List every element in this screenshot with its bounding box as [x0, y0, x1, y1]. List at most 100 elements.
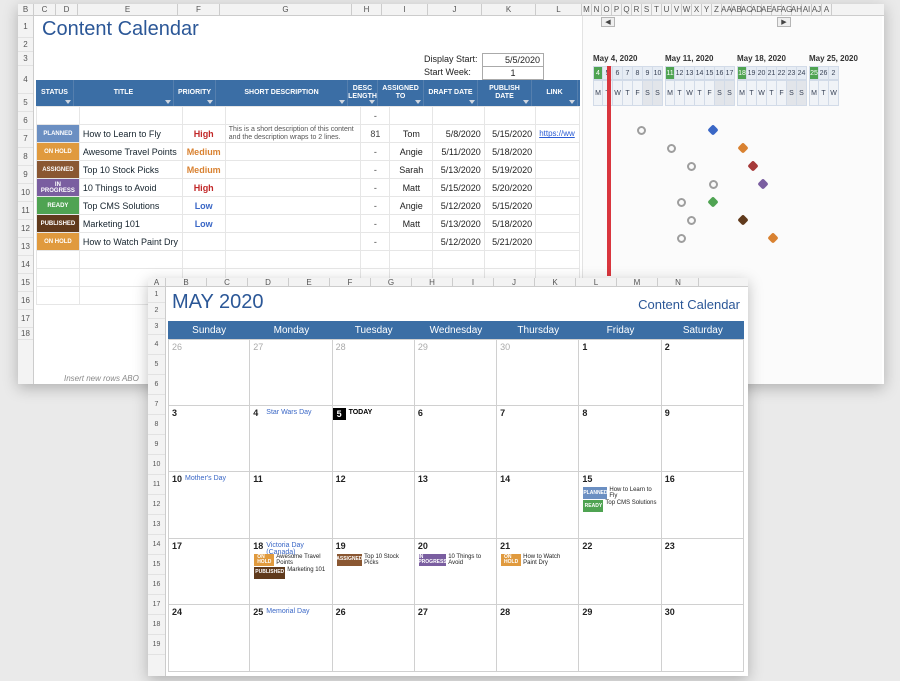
col-letter[interactable]: I [382, 4, 428, 15]
table-row[interactable]: IN PROGRESS10 Things to AvoidHigh-Matt5/… [37, 179, 580, 197]
col-title[interactable]: TITLE [74, 80, 174, 106]
col-link[interactable]: LINK [532, 80, 578, 106]
calendar-entry[interactable]: ASSIGNEDTop 10 Stock Picks [337, 554, 410, 566]
col-letter[interactable]: A [822, 4, 832, 15]
row-number[interactable]: 19 [148, 635, 165, 655]
col-letter[interactable]: X [692, 4, 702, 15]
row-link[interactable]: https://ww [536, 125, 580, 143]
start-week-input[interactable]: 1 [482, 66, 544, 80]
calendar-cell[interactable]: 12 [333, 472, 415, 539]
row-number[interactable]: 6 [18, 112, 33, 130]
col-letter[interactable]: F [178, 4, 220, 15]
col-letter[interactable]: H [352, 4, 382, 15]
col-letter[interactable]: C [207, 278, 248, 286]
col-letter[interactable]: W [682, 4, 692, 15]
col-letter[interactable]: L [536, 4, 582, 15]
calendar-cell[interactable]: 16 [662, 472, 744, 539]
row-number[interactable]: 1 [18, 16, 33, 38]
col-letter[interactable]: Y [702, 4, 712, 15]
row-number[interactable]: 3 [148, 319, 165, 335]
col-letter[interactable]: P [612, 4, 622, 15]
row-title[interactable]: Marketing 101 [79, 215, 182, 233]
col-publish[interactable]: PUBLISH DATE [478, 80, 532, 106]
col-letter[interactable]: AI [802, 4, 812, 15]
row-number[interactable]: 6 [148, 375, 165, 395]
col-letter[interactable]: G [371, 278, 412, 286]
row-number[interactable]: 18 [148, 615, 165, 635]
row-draft-date[interactable]: 5/13/2020 [433, 161, 484, 179]
calendar-cell[interactable]: 28 [497, 605, 579, 672]
row-description[interactable] [225, 143, 361, 161]
row-number[interactable]: 16 [148, 575, 165, 595]
row-title[interactable]: 10 Things to Avoid [79, 179, 182, 197]
col-letter[interactable]: K [535, 278, 576, 286]
row-assigned[interactable]: Matt [390, 215, 433, 233]
col-letter[interactable]: J [428, 4, 482, 15]
col-letter[interactable]: Q [622, 4, 632, 15]
row-draft-date[interactable]: 5/15/2020 [433, 179, 484, 197]
row-link[interactable] [536, 179, 580, 197]
calendar-entry[interactable]: INPROGRESS10 Things to Avoid [419, 554, 492, 566]
row-number[interactable]: 8 [18, 148, 33, 166]
row-priority[interactable]: Low [182, 197, 225, 215]
row-number[interactable]: 12 [148, 495, 165, 515]
col-letter[interactable]: R [632, 4, 642, 15]
row-number[interactable]: 7 [18, 130, 33, 148]
col-letter[interactable]: G [220, 4, 352, 15]
row-publish-date[interactable]: 5/19/2020 [484, 161, 535, 179]
row-publish-date[interactable]: 5/21/2020 [484, 233, 535, 251]
row-number[interactable]: 2 [18, 38, 33, 52]
row-link[interactable] [536, 143, 580, 161]
row-number[interactable]: 13 [148, 515, 165, 535]
calendar-entry[interactable]: PLANNEDHow to Learn to Fly [583, 487, 656, 499]
calendar-cell[interactable]: 13 [415, 472, 497, 539]
calendar-cell[interactable]: 27 [250, 339, 332, 406]
calendar-entry[interactable]: READYTop CMS Solutions [583, 500, 656, 512]
col-priority[interactable]: PRIORITY [174, 80, 216, 106]
calendar-cell[interactable]: 22 [579, 539, 661, 606]
col-letter[interactable]: E [289, 278, 330, 286]
calendar-cell[interactable]: 27 [415, 605, 497, 672]
calendar-entry[interactable]: ONHOLDHow to Watch Paint Dry [501, 554, 574, 566]
row-draft-date[interactable]: 5/8/2020 [433, 125, 484, 143]
table-row[interactable]: PLANNEDHow to Learn to FlyHighThis is a … [37, 125, 580, 143]
row-number[interactable]: 13 [18, 238, 33, 256]
row-publish-date[interactable]: 5/18/2020 [484, 143, 535, 161]
scroll-left-button[interactable]: ◀ [601, 17, 615, 27]
scroll-right-button[interactable]: ▶ [777, 17, 791, 27]
calendar-cell[interactable]: 21ONHOLDHow to Watch Paint Dry [497, 539, 579, 606]
row-draft-date[interactable]: 5/13/2020 [433, 215, 484, 233]
row-link[interactable] [536, 197, 580, 215]
col-letter[interactable]: H [412, 278, 453, 286]
row-number[interactable]: 10 [148, 455, 165, 475]
col-letter[interactable]: S [642, 4, 652, 15]
row-number[interactable]: 14 [148, 535, 165, 555]
row-number[interactable]: 15 [18, 274, 33, 292]
col-status[interactable]: STATUS [36, 80, 74, 106]
row-number[interactable]: 16 [18, 292, 33, 310]
calendar-cell[interactable]: 23 [662, 539, 744, 606]
row-number[interactable]: 17 [148, 595, 165, 615]
row-assigned[interactable] [390, 233, 433, 251]
col-letter[interactable]: N [592, 4, 602, 15]
col-letter[interactable]: L [576, 278, 617, 286]
calendar-cell[interactable]: 10Mother's Day [168, 472, 250, 539]
row-publish-date[interactable]: 5/15/2020 [484, 125, 535, 143]
row-number[interactable]: 10 [18, 184, 33, 202]
row-draft-date[interactable]: 5/12/2020 [433, 197, 484, 215]
col-desc[interactable]: SHORT DESCRIPTION [216, 80, 348, 106]
row-number[interactable]: 7 [148, 395, 165, 415]
row-number[interactable]: 18 [18, 328, 33, 340]
calendar-cell[interactable]: 5TODAY [333, 406, 415, 473]
row-assigned[interactable]: Angie [390, 143, 433, 161]
col-letter[interactable]: M [617, 278, 658, 286]
calendar-cell[interactable]: 3 [168, 406, 250, 473]
row-number[interactable]: 2 [148, 303, 165, 319]
col-letter[interactable]: T [652, 4, 662, 15]
table-row[interactable]: ON HOLDHow to Watch Paint Dry-5/12/20205… [37, 233, 580, 251]
calendar-cell[interactable]: 15PLANNEDHow to Learn to FlyREADYTop CMS… [579, 472, 661, 539]
row-link[interactable] [536, 161, 580, 179]
row-draft-date[interactable]: 5/11/2020 [433, 143, 484, 161]
row-description[interactable] [225, 215, 361, 233]
row-number[interactable]: 15 [148, 555, 165, 575]
